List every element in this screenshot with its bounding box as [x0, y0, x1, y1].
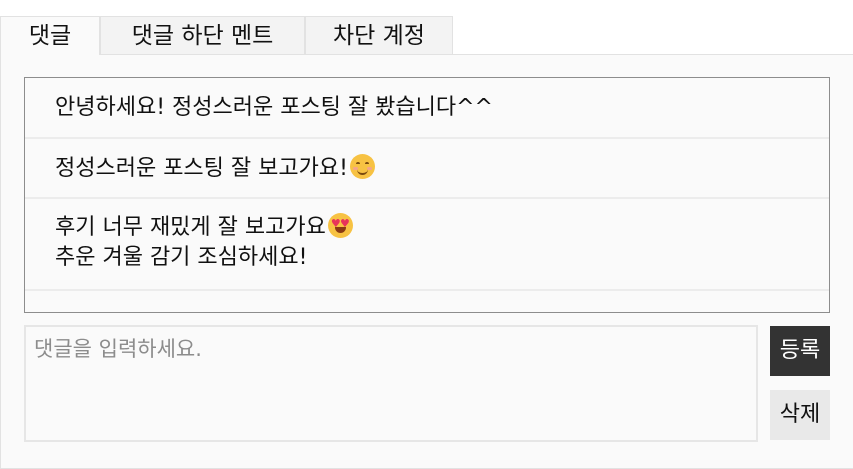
delete-button[interactable]: 삭제: [770, 390, 830, 440]
smiling-face-emoji-icon: [349, 154, 375, 179]
comment-list[interactable]: 안녕하세요! 정성스러운 포스팅 잘 봤습니다^^ 정성스러운 포스팅 잘 보고…: [24, 77, 830, 313]
comment-text-line-2: 추운 겨울 감기 조심하세요!: [55, 245, 308, 270]
list-item: 후기 너무 재밌게 잘 보고가요 ♥ ♥ 추운 겨울 감기 조심하세요!: [25, 199, 829, 291]
comment-text: 후기 너무 재밌게 잘 보고가요: [55, 215, 326, 240]
comment-text: 정성스러운 포스팅 잘 보고가요!: [55, 156, 348, 181]
heart-eyes-emoji-icon: ♥ ♥: [327, 213, 353, 238]
list-item: 정성스러운 포스팅 잘 보고가요!: [25, 139, 829, 199]
comments-panel: 안녕하세요! 정성스러운 포스팅 잘 봤습니다^^ 정성스러운 포스팅 잘 보고…: [0, 54, 853, 469]
list-item: 안녕하세요! 정성스러운 포스팅 잘 봤습니다^^: [25, 78, 829, 139]
comment-text: 안녕하세요! 정성스러운 포스팅 잘 봤습니다^^: [55, 95, 493, 120]
submit-button[interactable]: 등록: [770, 326, 830, 376]
tab-comments[interactable]: 댓글: [0, 16, 100, 55]
comment-input[interactable]: [24, 325, 758, 442]
tab-blocked-accounts[interactable]: 차단 계정: [305, 16, 453, 54]
tab-comment-footer-message[interactable]: 댓글 하단 멘트: [100, 16, 305, 54]
